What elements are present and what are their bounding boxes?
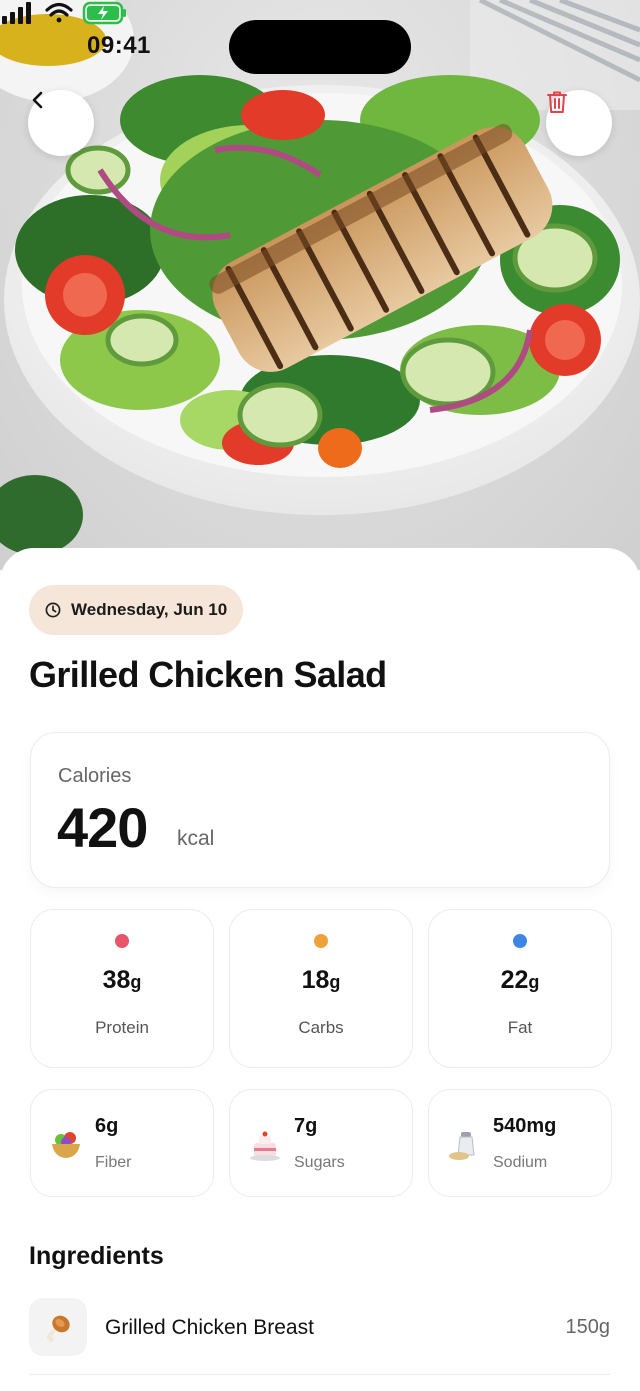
carbs-dot bbox=[314, 934, 328, 948]
delete-button[interactable] bbox=[546, 90, 612, 156]
fiber-value: 6g bbox=[95, 1115, 119, 1137]
salt-shaker-icon bbox=[449, 1132, 475, 1160]
fat-label: Fat bbox=[507, 1018, 533, 1037]
sodium-label: Sodium bbox=[493, 1154, 548, 1171]
micro-card-sugars: 7g Sugars bbox=[229, 1089, 413, 1197]
chevron-left-icon bbox=[32, 91, 43, 109]
signal-icon bbox=[2, 2, 31, 24]
clock-icon bbox=[45, 602, 61, 618]
battery-icon bbox=[82, 1, 126, 25]
macro-card-protein: 38g Protein bbox=[30, 909, 214, 1068]
meal-title: Grilled Chicken Salad bbox=[29, 654, 387, 695]
fat-dot bbox=[513, 934, 527, 948]
salad-illustration bbox=[0, 0, 640, 555]
protein-value: 38 bbox=[102, 966, 131, 994]
back-button[interactable] bbox=[28, 90, 94, 156]
protein-unit: g bbox=[130, 972, 142, 992]
trash-icon bbox=[547, 91, 567, 113]
calories-unit: kcal bbox=[177, 827, 215, 850]
macro-card-carbs: 18g Carbs bbox=[229, 909, 413, 1068]
micro-card-fiber: 6g Fiber bbox=[30, 1089, 214, 1197]
ingredient-icon-wrap bbox=[29, 1298, 87, 1356]
sugars-value: 7g bbox=[294, 1115, 318, 1137]
micro-card-sodium: 540mg Sodium bbox=[428, 1089, 612, 1197]
protein-dot bbox=[115, 934, 129, 948]
carbs-value: 18 bbox=[301, 966, 330, 994]
meal-detail-sheet: Wednesday, Jun 10 Grilled Chicken Salad … bbox=[0, 548, 640, 1391]
salad-bowl-icon bbox=[52, 1132, 80, 1158]
fat-unit: g bbox=[528, 972, 540, 992]
fiber-label: Fiber bbox=[95, 1154, 132, 1171]
sugars-label: Sugars bbox=[294, 1154, 345, 1171]
fat-value: 22 bbox=[500, 966, 529, 994]
calories-label: Calories bbox=[58, 765, 132, 787]
protein-label: Protein bbox=[95, 1018, 149, 1037]
status-icons bbox=[2, 1, 126, 25]
wifi-icon bbox=[45, 2, 73, 23]
calories-value: 420 bbox=[57, 796, 148, 859]
sodium-value: 540mg bbox=[493, 1115, 557, 1137]
macro-card-fat: 22g Fat bbox=[428, 909, 612, 1068]
date-chip: Wednesday, Jun 10 bbox=[29, 585, 244, 635]
calories-card: Calories 420 kcal bbox=[30, 732, 610, 888]
ingredient-divider bbox=[29, 1374, 610, 1375]
dynamic-island bbox=[229, 20, 411, 74]
ingredient-name: Grilled Chicken Breast bbox=[105, 1316, 314, 1339]
carbs-label: Carbs bbox=[298, 1018, 344, 1037]
ingredient-amount: 150g bbox=[565, 1316, 611, 1338]
carbs-unit: g bbox=[329, 972, 341, 992]
chicken-leg-icon bbox=[46, 1315, 70, 1342]
meal-date: Wednesday, Jun 10 bbox=[71, 600, 228, 619]
ingredient-row[interactable]: Grilled Chicken Breast 150g bbox=[29, 1298, 610, 1358]
meal-photo: 09:41 bbox=[0, 0, 640, 570]
status-time: 09:41 bbox=[87, 32, 151, 59]
cake-icon bbox=[250, 1131, 280, 1161]
ingredients-title: Ingredients bbox=[29, 1242, 164, 1270]
